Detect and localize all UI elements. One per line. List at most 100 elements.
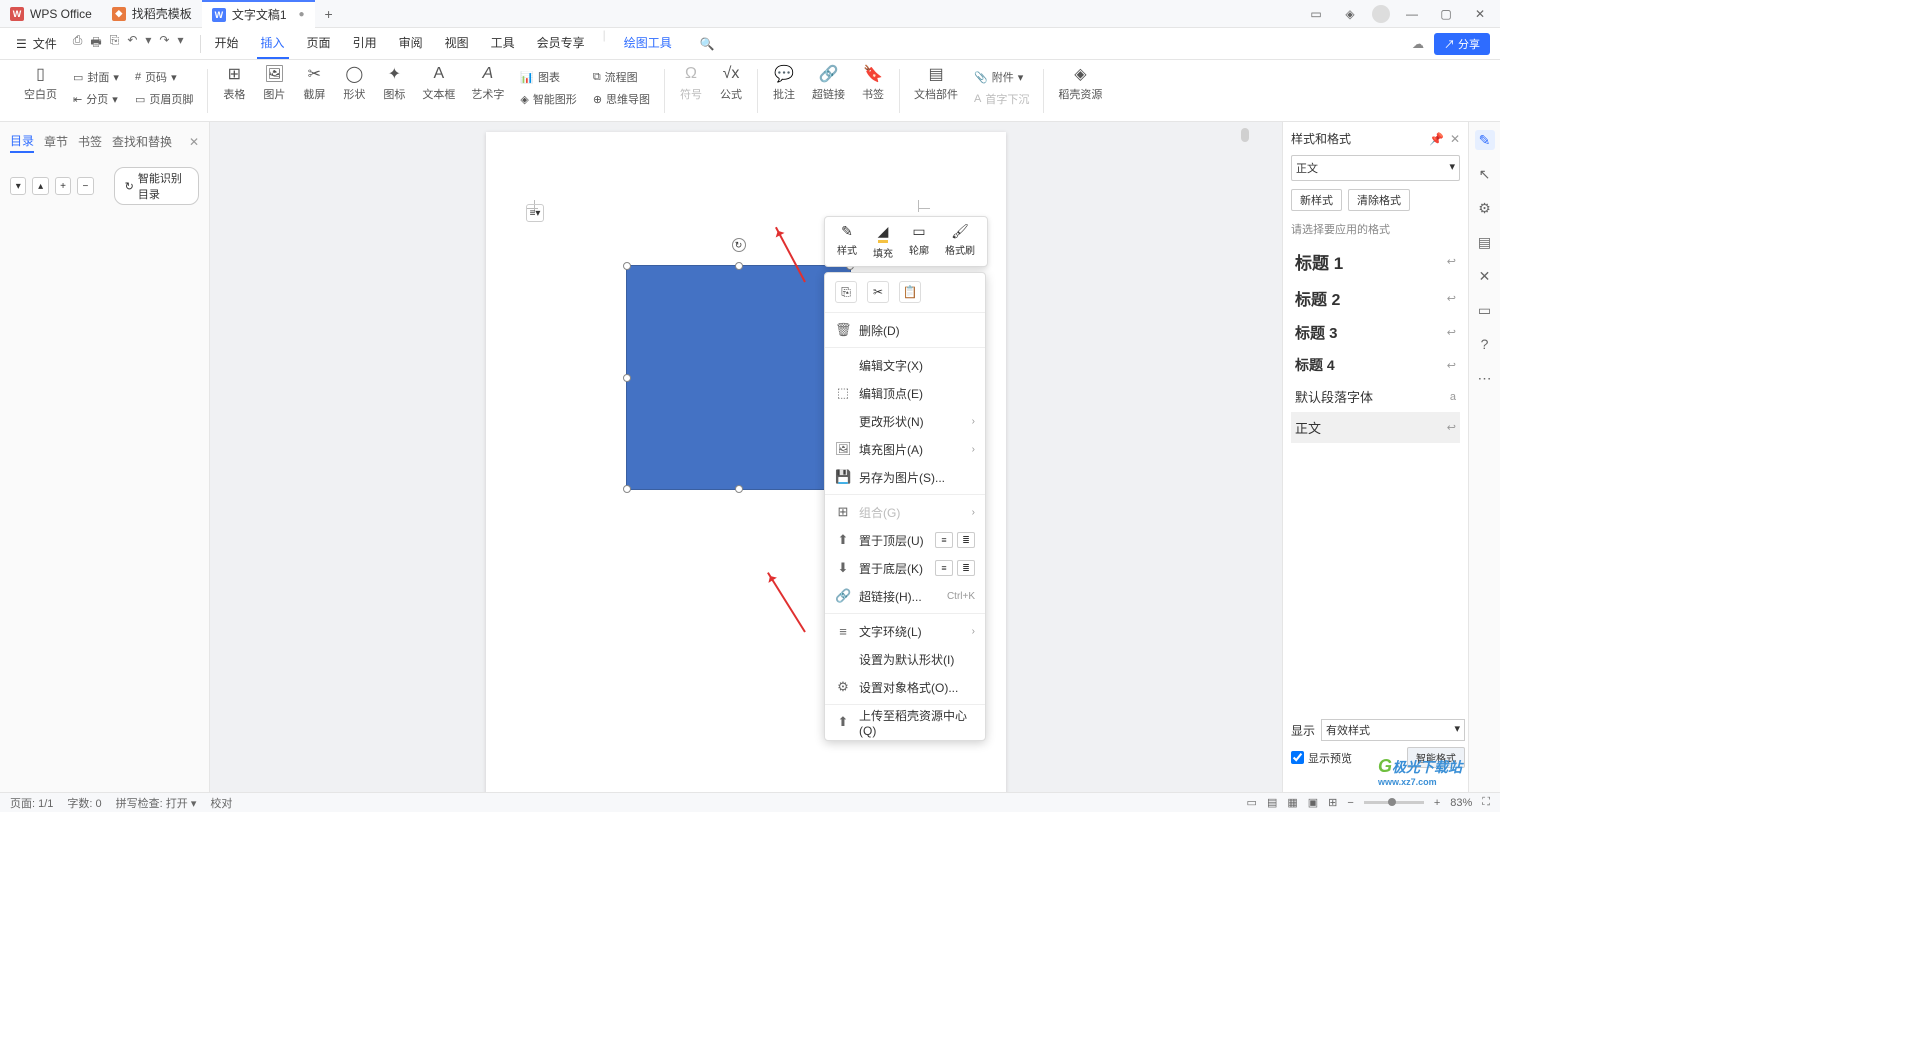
search-icon[interactable]: 🔍: [700, 37, 715, 51]
fr-tools-icon[interactable]: ✕: [1475, 266, 1495, 286]
reading-mode-icon[interactable]: ▭: [1304, 2, 1328, 26]
screenshot-button[interactable]: ✂截屏: [296, 60, 332, 106]
hyperlink-button[interactable]: 🔗超链接: [806, 60, 851, 106]
nav-tab-find-replace[interactable]: 查找和替换: [112, 131, 172, 152]
resize-handle-s[interactable]: [735, 485, 743, 493]
dropcap-button[interactable]: A首字下沉: [968, 89, 1035, 109]
zoom-value[interactable]: 83%: [1450, 797, 1472, 809]
preview-checkbox[interactable]: 显示预览: [1291, 747, 1352, 768]
tab-tools[interactable]: 工具: [487, 28, 519, 59]
tab-view[interactable]: 视图: [441, 28, 473, 59]
new-style-button[interactable]: 新样式: [1291, 189, 1342, 211]
tab-wps-office[interactable]: W WPS Office: [0, 0, 102, 28]
add-tab-button[interactable]: +: [315, 6, 343, 22]
fr-book-icon[interactable]: ▭: [1475, 300, 1495, 320]
style-heading-2[interactable]: 标题 2↩: [1291, 280, 1460, 316]
ctx-set-default[interactable]: 设置为默认形状(I): [825, 645, 985, 673]
cut-button[interactable]: ✂: [867, 281, 889, 303]
ctx-edit-text[interactable]: 编辑文字(X): [825, 351, 985, 379]
share-button[interactable]: ↗ 分享: [1434, 33, 1490, 55]
nav-up-button[interactable]: ▴: [32, 177, 48, 195]
ctx-upload-resource[interactable]: ⬆上传至稻壳资源中心(Q): [825, 708, 985, 736]
float-fill-button[interactable]: ◢填充: [865, 221, 901, 262]
tab-template[interactable]: ◆ 找稻壳模板: [102, 0, 202, 28]
ctx-change-shape[interactable]: 更改形状(N)›: [825, 407, 985, 435]
tab-start[interactable]: 开始: [211, 28, 243, 59]
fr-settings-icon[interactable]: ⚙: [1475, 198, 1495, 218]
redo-dropdown-icon[interactable]: ▾: [177, 33, 183, 54]
tab-page[interactable]: 页面: [303, 28, 335, 59]
current-style-select[interactable]: 正文▾: [1291, 155, 1460, 181]
ctx-fill-picture[interactable]: 🖼填充图片(A)›: [825, 435, 985, 463]
flowchart-button[interactable]: ⧉流程图: [587, 67, 656, 87]
view-mode-2-icon[interactable]: ▤: [1267, 796, 1277, 809]
file-menu[interactable]: ☰ 文件: [10, 35, 63, 52]
tab-insert[interactable]: 插入: [257, 28, 289, 59]
maximize-icon[interactable]: ▢: [1434, 2, 1458, 26]
show-filter-select[interactable]: 有效样式▾: [1321, 719, 1465, 741]
scroll-up-track[interactable]: [1241, 128, 1249, 142]
close-tab-icon[interactable]: ●: [299, 9, 305, 20]
equation-button[interactable]: √x公式: [713, 60, 749, 106]
cube-icon[interactable]: ◈: [1338, 2, 1362, 26]
print-preview-icon[interactable]: ⎘: [110, 33, 120, 54]
comment-button[interactable]: 💬批注: [766, 60, 802, 106]
status-proofread[interactable]: 校对: [210, 795, 232, 811]
icon-button[interactable]: ✦图标: [376, 60, 412, 106]
fit-width-icon[interactable]: ⛶: [1482, 796, 1490, 809]
fr-select-icon[interactable]: ↖: [1475, 164, 1495, 184]
nav-close-icon[interactable]: ✕: [189, 135, 199, 149]
smartart-button[interactable]: ◈智能图形: [514, 89, 582, 109]
zoom-in-button[interactable]: +: [1434, 797, 1440, 809]
shape-button[interactable]: ◯形状: [336, 60, 372, 106]
align-icon-1[interactable]: ≡: [935, 532, 953, 548]
ctx-format-object[interactable]: ⚙设置对象格式(O)...: [825, 673, 985, 701]
status-page[interactable]: 页面: 1/1: [10, 795, 53, 811]
tab-reference[interactable]: 引用: [349, 28, 381, 59]
float-format-painter-button[interactable]: 🖌格式刷: [937, 221, 983, 262]
view-mode-4-icon[interactable]: ▣: [1308, 796, 1318, 809]
page-number-button[interactable]: #页码▾: [129, 67, 199, 87]
table-button[interactable]: ⊞表格: [216, 60, 252, 106]
undo-icon[interactable]: ↶: [127, 33, 137, 54]
ctx-text-wrap[interactable]: ≡文字环绕(L)›: [825, 617, 985, 645]
resize-handle-sw[interactable]: [623, 485, 631, 493]
avatar-icon[interactable]: [1372, 5, 1390, 23]
close-window-icon[interactable]: ✕: [1468, 2, 1492, 26]
wordart-button[interactable]: A艺术字: [465, 60, 510, 106]
resize-handle-nw[interactable]: [623, 262, 631, 270]
float-style-button[interactable]: ✎样式: [829, 221, 865, 262]
ctx-bring-front[interactable]: ⬆置于顶层(U)≡≣: [825, 526, 985, 554]
paragraph-options-icon[interactable]: ≡▾: [526, 204, 544, 222]
style-heading-3[interactable]: 标题 3↩: [1291, 316, 1460, 349]
picture-button[interactable]: 🖼图片: [256, 60, 292, 106]
style-body[interactable]: 正文↩: [1291, 412, 1460, 443]
attachment-button[interactable]: 📎附件▾: [968, 67, 1035, 87]
rectangle-shape[interactable]: ↻: [626, 265, 851, 490]
fr-styles-icon[interactable]: ✎: [1475, 130, 1495, 150]
status-spell[interactable]: 拼写检查: 打开 ▾: [116, 795, 197, 811]
header-footer-button[interactable]: ▭页眉页脚: [129, 89, 199, 109]
align-icon-4[interactable]: ≣: [957, 560, 975, 576]
zoom-slider[interactable]: [1364, 801, 1424, 804]
style-heading-1[interactable]: 标题 1↩: [1291, 243, 1460, 280]
print-icon[interactable]: 🖶: [90, 33, 101, 54]
zoom-out-button[interactable]: −: [1347, 797, 1353, 809]
nav-minus-button[interactable]: −: [77, 177, 93, 195]
nav-down-button[interactable]: ▾: [10, 177, 26, 195]
ctx-delete[interactable]: 🗑删除(D): [825, 316, 985, 344]
fr-layers-icon[interactable]: ▤: [1475, 232, 1495, 252]
tab-document-1[interactable]: W 文字文稿1 ●: [202, 0, 315, 28]
style-default-para[interactable]: 默认段落字体a: [1291, 381, 1460, 412]
tab-member[interactable]: 会员专享: [533, 28, 589, 59]
textbox-button[interactable]: A文本框: [416, 60, 461, 106]
nav-tab-toc[interactable]: 目录: [10, 130, 34, 153]
float-outline-button[interactable]: ▭轮廓: [901, 221, 937, 262]
view-mode-5-icon[interactable]: ⊞: [1328, 796, 1337, 809]
tab-drawing-tools[interactable]: 绘图工具: [620, 28, 676, 59]
nav-tab-bookmarks[interactable]: 书签: [78, 131, 102, 152]
blank-page-button[interactable]: ▯空白页: [18, 60, 63, 106]
panel-close-icon[interactable]: ✕: [1450, 132, 1460, 146]
pin-icon[interactable]: 📌: [1429, 132, 1444, 146]
mindmap-button[interactable]: ⊕思维导图: [587, 89, 656, 109]
